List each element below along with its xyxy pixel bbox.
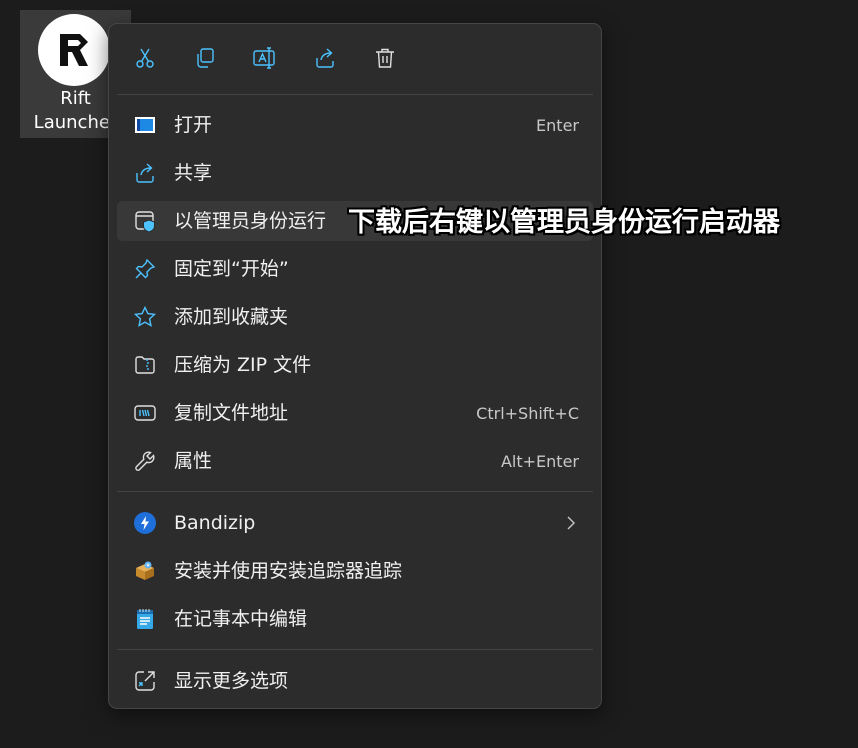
menu-item-label: 显示更多选项	[174, 670, 289, 692]
rename-button[interactable]	[247, 42, 283, 78]
annotation-caption: 下载后右键以管理员身份运行启动器	[348, 207, 780, 238]
star-icon	[133, 305, 157, 329]
bandizip-icon	[133, 511, 157, 535]
context-menu: 打开 Enter 共享 以管理员身份运行 固定到“开始” 添加到收藏夹 压缩为 …	[108, 23, 602, 709]
menu-separator	[117, 491, 593, 492]
menu-item-label: 固定到“开始”	[174, 258, 289, 280]
chevron-right-icon	[565, 515, 577, 535]
menu-item-label: 共享	[174, 162, 213, 184]
toolbar-separator	[117, 94, 593, 95]
menu-item-share[interactable]: 共享	[117, 153, 593, 193]
trash-icon	[373, 46, 397, 74]
delete-button[interactable]	[367, 42, 403, 78]
copy-button[interactable]	[187, 42, 223, 78]
copy-path-icon	[133, 401, 157, 425]
menu-item-label: 添加到收藏夹	[174, 306, 289, 328]
menu-item-label: 属性	[174, 450, 213, 472]
menu-item-label: 压缩为 ZIP 文件	[174, 354, 312, 376]
cut-button[interactable]	[127, 42, 163, 78]
menu-item-show-more-options[interactable]: 显示更多选项	[117, 661, 593, 701]
open-window-icon	[133, 113, 157, 137]
admin-shield-icon	[133, 209, 157, 233]
desktop: Rift Launcher 打开 Enter 共享 以管理员身份运行 固定到“开…	[0, 0, 858, 748]
menu-item-label: 打开	[174, 114, 213, 136]
menu-item-label: 复制文件地址	[174, 402, 289, 424]
notepad-icon	[133, 607, 157, 631]
menu-item-shortcut: Ctrl+Shift+C	[476, 404, 579, 423]
rename-icon	[252, 46, 278, 74]
copy-icon	[193, 46, 217, 74]
menu-item-label: Bandizip	[174, 512, 256, 534]
wrench-icon	[133, 449, 157, 473]
menu-item-bandizip[interactable]: Bandizip	[117, 503, 593, 543]
pin-icon	[133, 257, 157, 281]
menu-item-open[interactable]: 打开 Enter	[117, 105, 593, 145]
menu-item-edit-in-notepad[interactable]: 在记事本中编辑	[117, 599, 593, 639]
menu-item-label: 在记事本中编辑	[174, 608, 308, 630]
menu-item-shortcut: Enter	[536, 116, 579, 135]
rift-launcher-logo-icon	[38, 14, 110, 86]
share-button[interactable]	[307, 42, 343, 78]
zip-icon	[133, 353, 157, 377]
menu-item-add-to-favorites[interactable]: 添加到收藏夹	[117, 297, 593, 337]
menu-item-properties[interactable]: 属性 Alt+Enter	[117, 441, 593, 481]
menu-item-label: 安装并使用安装追踪器追踪	[174, 560, 403, 582]
menu-item-label: 以管理员身份运行	[174, 210, 327, 232]
installer-box-icon	[133, 559, 157, 583]
share-icon	[313, 46, 337, 74]
share-icon	[133, 161, 157, 185]
menu-item-compress-zip[interactable]: 压缩为 ZIP 文件	[117, 345, 593, 385]
menu-item-shortcut: Alt+Enter	[500, 452, 579, 471]
menu-item-copy-path[interactable]: 复制文件地址 Ctrl+Shift+C	[117, 393, 593, 433]
menu-item-pin-to-start[interactable]: 固定到“开始”	[117, 249, 593, 289]
menu-item-install-tracker[interactable]: 安装并使用安装追踪器追踪	[117, 551, 593, 591]
more-options-icon	[133, 669, 157, 693]
menu-separator	[117, 649, 593, 650]
scissors-icon	[133, 46, 157, 74]
context-toolbar	[109, 24, 601, 94]
